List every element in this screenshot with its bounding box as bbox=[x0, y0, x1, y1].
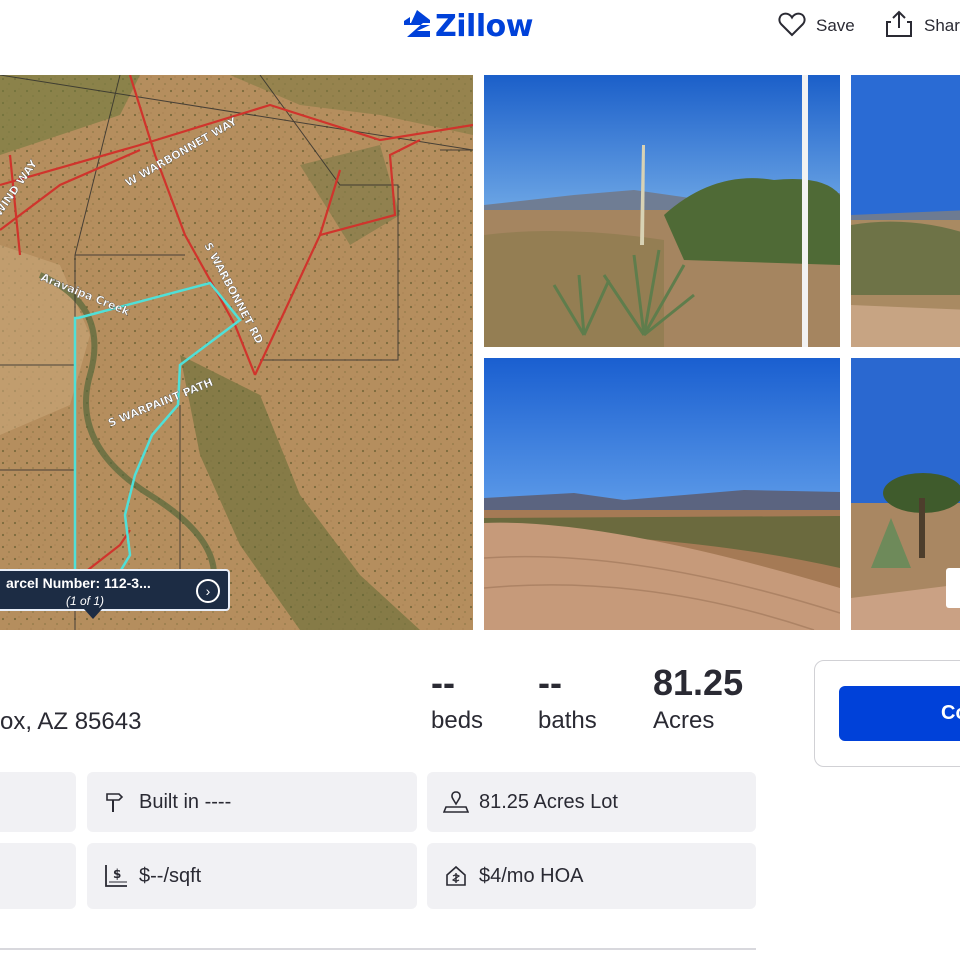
listing-photo-2[interactable] bbox=[851, 75, 960, 347]
acres-label: Acres bbox=[653, 707, 715, 734]
beds-value: -- bbox=[431, 662, 455, 703]
share-label: Shar bbox=[924, 16, 960, 35]
parcel-count: (1 of 1) bbox=[66, 594, 105, 608]
save-label: Save bbox=[816, 16, 855, 35]
fact-tile-lot: 81.25 Acres Lot bbox=[427, 772, 756, 832]
beds-label: beds bbox=[431, 707, 484, 734]
share-icon bbox=[884, 9, 914, 44]
save-button[interactable]: Save bbox=[778, 10, 855, 42]
fact-tile-type bbox=[0, 772, 76, 832]
hoa-fee: $4/mo HOA bbox=[479, 864, 584, 887]
listing-photo-1[interactable] bbox=[484, 75, 840, 347]
listing-photo-4[interactable] bbox=[851, 358, 960, 630]
heart-icon bbox=[778, 11, 806, 42]
baths-value: -- bbox=[538, 662, 562, 703]
price-per-sqft-icon: $ bbox=[103, 863, 129, 889]
lot-pin-icon bbox=[443, 789, 469, 815]
share-button[interactable]: Shar bbox=[884, 10, 960, 42]
listing-photo-3[interactable] bbox=[484, 358, 840, 630]
parcel-number: arcel Number: 112-3... bbox=[6, 575, 151, 591]
zillow-logo-text: Zillow bbox=[435, 8, 533, 44]
hammer-icon bbox=[103, 789, 129, 815]
section-divider bbox=[0, 948, 756, 950]
price-per-sqft: $--/sqft bbox=[139, 864, 202, 887]
fact-tile-heating bbox=[0, 843, 76, 909]
property-address: ox, AZ 85643 bbox=[0, 708, 142, 735]
baths-label: baths bbox=[538, 707, 597, 734]
acres-value: 81.25 bbox=[653, 662, 744, 703]
fact-tile-hoa: $4/mo HOA bbox=[427, 843, 756, 909]
parcel-map[interactable]: W WARBONNET WAY WIND WAY S WARBONNET RD … bbox=[0, 75, 473, 630]
zillow-logo-icon bbox=[403, 9, 431, 44]
hoa-icon bbox=[443, 863, 469, 889]
built-year: Built in ---- bbox=[139, 790, 232, 813]
zillow-logo[interactable]: Zillow bbox=[403, 8, 533, 44]
chevron-right-icon[interactable]: › bbox=[196, 579, 220, 603]
parcel-popup[interactable]: arcel Number: 112-3... (1 of 1) › bbox=[0, 569, 230, 611]
popup-pointer bbox=[84, 609, 102, 619]
lot-size: 81.25 Acres Lot bbox=[479, 790, 618, 813]
contact-agent-button[interactable]: Co bbox=[839, 686, 960, 741]
fact-tile-price-sqft: $ $--/sqft bbox=[87, 843, 417, 909]
fact-tile-built: Built in ---- bbox=[87, 772, 417, 832]
svg-text:$: $ bbox=[113, 867, 121, 881]
